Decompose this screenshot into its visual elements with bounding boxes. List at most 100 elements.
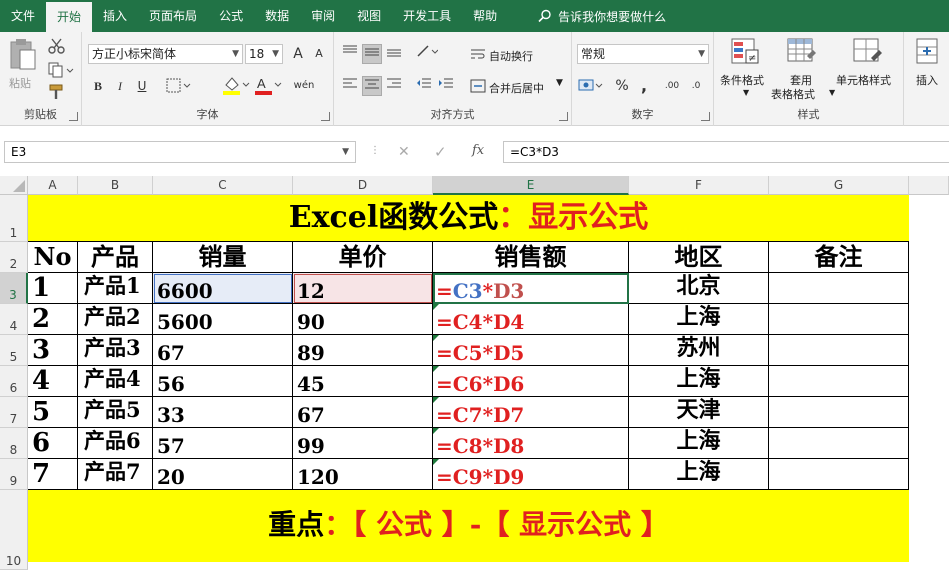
tab-developer[interactable]: 开发工具 — [392, 0, 462, 32]
cell-no[interactable]: 4 — [28, 366, 78, 397]
header-qty[interactable]: 销量 — [153, 242, 293, 273]
tab-file[interactable]: 文件 — [0, 0, 46, 32]
increase-indent-button[interactable] — [436, 76, 456, 96]
column-header-d[interactable]: D — [293, 176, 433, 195]
borders-icon[interactable] — [166, 78, 192, 94]
wrap-text-button[interactable]: 自动换行 — [489, 48, 533, 64]
cell-notes[interactable] — [769, 273, 909, 304]
format-as-table-button[interactable]: 套用 表格格式 ▼ — [771, 38, 835, 102]
enter-icon[interactable]: ✓ — [434, 143, 447, 161]
italic-button[interactable]: I — [110, 76, 130, 96]
column-header-g[interactable]: G — [769, 176, 909, 195]
format-painter-icon[interactable] — [48, 84, 66, 100]
cell-price[interactable]: 67 — [293, 397, 433, 428]
select-all-corner[interactable] — [0, 176, 28, 195]
header-notes[interactable]: 备注 — [769, 242, 909, 273]
cell-region[interactable]: 北京 — [629, 273, 769, 304]
tab-formulas[interactable]: 公式 — [208, 0, 254, 32]
row-header-3[interactable]: 3 — [0, 273, 28, 304]
cell-product[interactable]: 产品5 — [78, 397, 153, 428]
cell-qty[interactable]: 20 — [153, 459, 293, 490]
cell-notes[interactable] — [769, 335, 909, 366]
row-header-2[interactable]: 2 — [0, 242, 28, 273]
cell-qty[interactable]: 5600 — [153, 304, 293, 335]
column-header-e[interactable]: E — [433, 176, 629, 195]
bold-button[interactable]: B — [88, 76, 108, 96]
phonetic-button[interactable]: wén — [290, 76, 318, 96]
row-header-4[interactable]: 4 — [0, 304, 28, 335]
clipboard-launcher-icon[interactable] — [69, 112, 78, 121]
column-header-a[interactable]: A — [28, 176, 78, 195]
tab-view[interactable]: 视图 — [346, 0, 392, 32]
cell-region[interactable]: 上海 — [629, 304, 769, 335]
insert-cells-button[interactable]: 插入 — [908, 38, 948, 102]
cell-sales-formula[interactable]: =C6*D6 — [433, 366, 629, 397]
grow-font-button[interactable]: A — [288, 44, 308, 64]
cell-notes[interactable] — [769, 459, 909, 490]
cell-sales-formula[interactable]: =C5*D5 — [433, 335, 629, 366]
cell-styles-button[interactable]: 单元格样式 — [836, 38, 900, 102]
cell-region[interactable]: 苏州 — [629, 335, 769, 366]
cell-product[interactable]: 产品6 — [78, 428, 153, 459]
formula-input[interactable]: =C3*D3 — [503, 141, 949, 163]
cell-no[interactable]: 3 — [28, 335, 78, 366]
font-launcher-icon[interactable] — [321, 112, 330, 121]
copy-icon[interactable] — [48, 62, 74, 78]
font-name-combo[interactable]: 方正小标宋简体 ▼ — [88, 44, 243, 64]
fill-color-icon[interactable] — [222, 75, 250, 95]
header-sales[interactable]: 销售额 — [433, 242, 629, 273]
row-header-10[interactable]: 10 — [0, 490, 28, 570]
chevron-down-icon[interactable]: ▼ — [556, 78, 563, 88]
number-launcher-icon[interactable] — [701, 112, 710, 121]
tab-help[interactable]: 帮助 — [462, 0, 508, 32]
tab-insert[interactable]: 插入 — [92, 0, 138, 32]
percent-button[interactable]: % — [612, 76, 632, 96]
name-box[interactable]: E3 ▼ — [4, 141, 356, 163]
bottom-align-button[interactable] — [384, 44, 404, 64]
orientation-button[interactable] — [414, 44, 440, 64]
tab-data[interactable]: 数据 — [254, 0, 300, 32]
cell-region[interactable]: 上海 — [629, 428, 769, 459]
cell-no[interactable]: 7 — [28, 459, 78, 490]
column-header-b[interactable]: B — [78, 176, 153, 195]
cell-sales-formula[interactable]: =C8*D8 — [433, 428, 629, 459]
cell-qty[interactable]: 67 — [153, 335, 293, 366]
shrink-font-button[interactable]: A — [309, 44, 329, 64]
cell-price[interactable]: 99 — [293, 428, 433, 459]
cell-notes[interactable] — [769, 397, 909, 428]
header-price[interactable]: 单价 — [293, 242, 433, 273]
row-header-8[interactable]: 8 — [0, 428, 28, 459]
alignment-launcher-icon[interactable] — [559, 112, 568, 121]
cell-product[interactable]: 产品7 — [78, 459, 153, 490]
conditional-formatting-button[interactable]: ≠ 条件格式 ▼ — [718, 38, 774, 102]
header-product[interactable]: 产品 — [78, 242, 153, 273]
merge-center-button[interactable]: 合并后居中 — [489, 80, 544, 96]
column-header-c[interactable]: C — [153, 176, 293, 195]
align-left-button[interactable] — [340, 76, 360, 96]
cell-price[interactable]: 90 — [293, 304, 433, 335]
row-header-5[interactable]: 5 — [0, 335, 28, 366]
cell-qty[interactable]: 6600 — [153, 273, 293, 304]
cell-price[interactable]: 12 — [293, 273, 433, 304]
cell-sales-formula[interactable]: =C9*D9 — [433, 459, 629, 490]
number-format-combo[interactable]: 常规 ▼ — [577, 44, 709, 64]
column-header-f[interactable]: F — [629, 176, 769, 195]
tell-me-box[interactable]: 告诉我你想要做什么 — [538, 0, 666, 32]
increase-decimal-button[interactable]: .00 — [660, 76, 684, 96]
header-region[interactable]: 地区 — [629, 242, 769, 273]
comma-button[interactable]: , — [634, 76, 654, 96]
cell-region[interactable]: 上海 — [629, 366, 769, 397]
cut-icon[interactable] — [48, 38, 66, 54]
row-header-9[interactable]: 9 — [0, 459, 28, 490]
font-size-combo[interactable]: 18 ▼ — [245, 44, 283, 64]
header-no[interactable]: No — [28, 242, 78, 273]
cell-product[interactable]: 产品1 — [78, 273, 153, 304]
tab-review[interactable]: 审阅 — [300, 0, 346, 32]
cell-notes[interactable] — [769, 304, 909, 335]
cell-sales-formula[interactable]: =C4*D4 — [433, 304, 629, 335]
cell-sales-formula[interactable]: =C7*D7 — [433, 397, 629, 428]
cell-qty[interactable]: 57 — [153, 428, 293, 459]
cell-price[interactable]: 89 — [293, 335, 433, 366]
align-right-button[interactable] — [384, 76, 404, 96]
cell-region[interactable]: 上海 — [629, 459, 769, 490]
